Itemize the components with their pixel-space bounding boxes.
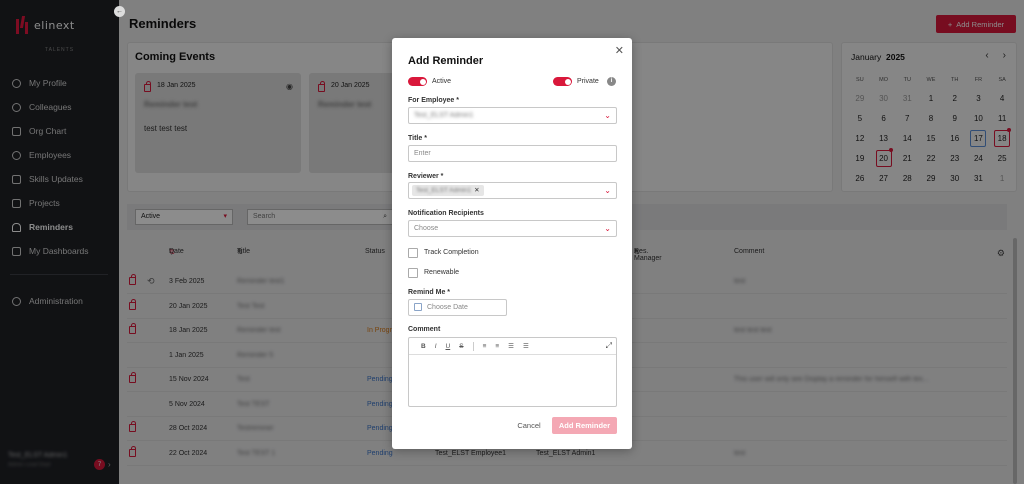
for-employee-select[interactable]: Test_ELST Admin1 ⌄ xyxy=(408,107,617,124)
info-icon[interactable]: i xyxy=(607,77,616,86)
cancel-button[interactable]: Cancel xyxy=(510,417,548,434)
dialog-title: Add Reminder xyxy=(408,55,484,67)
collapse-sidebar-icon[interactable]: ← xyxy=(114,6,125,17)
track-completion-label: Track Completion xyxy=(424,249,479,256)
ordered-list-icon[interactable]: ☰ xyxy=(508,342,514,350)
chevron-down-icon: ⌄ xyxy=(604,224,611,233)
comment-editor[interactable]: B I U S ≡ ≡ ☰ ☰ ⤢ xyxy=(408,337,617,407)
recipients-placeholder: Choose xyxy=(414,225,439,232)
reviewer-select[interactable]: Test_ELST Admin1 ✕ ⌄ xyxy=(408,182,617,199)
title-input[interactable]: Enter xyxy=(408,145,617,162)
remind-me-date-input[interactable]: Choose Date xyxy=(408,299,507,316)
align-center-icon[interactable]: ≡ xyxy=(495,343,499,350)
remind-me-label: Remind Me * xyxy=(408,289,451,296)
remind-me-placeholder: Choose Date xyxy=(427,304,468,311)
calendar-icon xyxy=(414,303,422,311)
for-employee-label: For Employee * xyxy=(408,97,459,104)
expand-icon[interactable]: ⤢ xyxy=(606,341,612,351)
recipients-select[interactable]: Choose ⌄ xyxy=(408,220,617,237)
add-reminder-dialog: Add Reminder ✕ Active Private i For Empl… xyxy=(392,38,632,449)
recipients-label: Notification Recipients xyxy=(408,210,484,217)
title-label: Title * xyxy=(408,135,427,142)
toolbar-divider xyxy=(472,341,474,351)
chevron-down-icon: ⌄ xyxy=(604,186,611,195)
close-icon[interactable]: ✕ xyxy=(615,44,624,57)
active-toggle[interactable] xyxy=(408,77,427,86)
add-reminder-submit-button[interactable]: Add Reminder xyxy=(552,417,617,434)
align-left-icon[interactable]: ≡ xyxy=(483,343,487,350)
chevron-down-icon: ⌄ xyxy=(604,111,611,120)
private-label: Private xyxy=(577,78,599,85)
comment-label: Comment xyxy=(408,326,441,333)
active-label: Active xyxy=(432,78,452,85)
private-toggle[interactable] xyxy=(553,77,572,86)
reviewer-chip: Test_ELST Admin1 ✕ xyxy=(412,185,484,196)
reviewer-chip-label: Test_ELST Admin1 xyxy=(416,187,472,194)
editor-toolbar: B I U S ≡ ≡ ☰ ☰ ⤢ xyxy=(409,338,616,355)
bold-icon[interactable]: B xyxy=(421,343,426,350)
bullet-list-icon[interactable]: ☰ xyxy=(523,342,529,350)
strikethrough-icon[interactable]: S xyxy=(459,343,463,350)
renewable-label: Renewable xyxy=(424,269,460,276)
track-completion-checkbox[interactable] xyxy=(408,248,418,258)
underline-icon[interactable]: U xyxy=(446,343,451,350)
for-employee-value: Test_ELST Admin1 xyxy=(414,112,474,119)
reviewer-label: Reviewer * xyxy=(408,173,444,180)
renewable-checkbox[interactable] xyxy=(408,268,418,278)
italic-icon[interactable]: I xyxy=(435,343,437,350)
remove-chip-icon[interactable]: ✕ xyxy=(474,187,479,194)
title-placeholder: Enter xyxy=(414,150,431,157)
